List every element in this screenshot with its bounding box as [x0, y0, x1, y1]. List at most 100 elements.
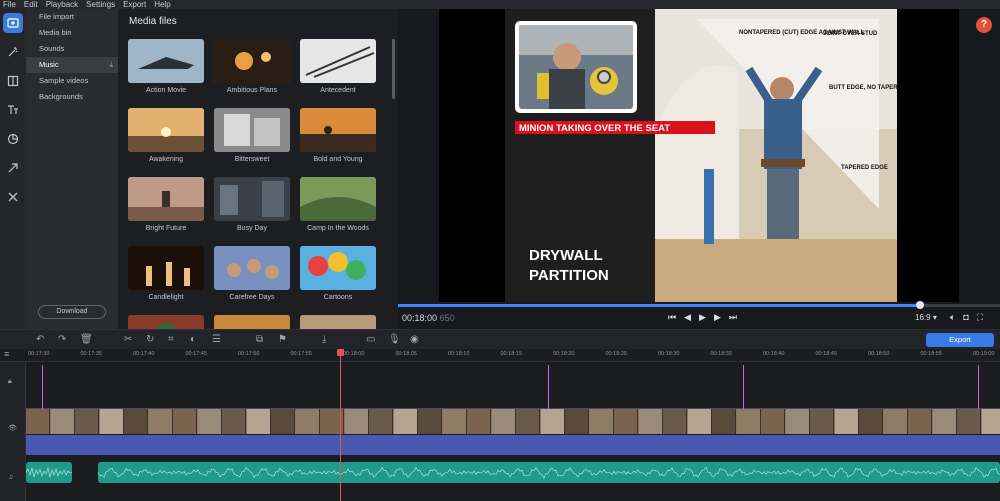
ruler-tick-label: 00:18:45	[815, 351, 837, 357]
webcam-icon[interactable]: ◉	[410, 334, 419, 345]
clip-frame	[736, 409, 761, 434]
import-icon[interactable]	[3, 13, 23, 33]
ruler-tick-label: 00:17:30	[28, 351, 50, 357]
color-icon[interactable]: ◐	[190, 334, 196, 345]
clip-frame	[883, 409, 908, 434]
media-tile[interactable]: Antecedent	[300, 39, 376, 94]
help-button[interactable]: ?	[976, 17, 992, 33]
media-tile[interactable]: Action Movie	[128, 39, 204, 94]
clip-frame	[785, 409, 810, 434]
lock-icon[interactable]: 🔒︎	[8, 378, 12, 386]
category-music[interactable]: Music ⤓	[26, 57, 118, 73]
media-tile[interactable]: Awakening	[128, 108, 204, 163]
progress-knob[interactable]	[916, 301, 924, 309]
crop-icon[interactable]: ⌗	[168, 334, 174, 345]
music-clip-2[interactable]	[98, 462, 1000, 483]
media-tile-label: Busy Day	[237, 225, 267, 232]
audio-clip[interactable]	[26, 435, 1000, 455]
media-thumbnail	[300, 177, 376, 221]
menu-playback[interactable]: Playback	[43, 0, 83, 9]
media-tile[interactable]	[214, 315, 290, 329]
properties-icon[interactable]: ☰	[212, 334, 221, 345]
skip-end-icon[interactable]: ⏭	[729, 312, 737, 323]
mic-icon[interactable]: 🎙︎	[388, 334, 401, 345]
menu-settings[interactable]: Settings	[83, 0, 120, 9]
magic-icon[interactable]	[3, 42, 23, 62]
cut-icon[interactable]: ✂	[124, 334, 132, 345]
video-frame: NONTAPERED (CUT) EDGE AGAINST WALL JOINT…	[439, 9, 959, 302]
media-tile[interactable]: Camp In the Woods	[300, 177, 376, 232]
timecode-frames: 650	[439, 313, 455, 323]
music-clip-1[interactable]	[26, 462, 72, 483]
tracks-menu-icon[interactable]: ≡	[4, 349, 9, 359]
clip-frame	[295, 409, 320, 434]
overlay-icon[interactable]: ⧉	[256, 334, 263, 345]
transitions-icon[interactable]	[3, 71, 23, 91]
flag-icon[interactable]: ⚑	[278, 334, 287, 345]
category-media-bin[interactable]: Media bin	[26, 25, 118, 41]
video-clip[interactable]	[26, 408, 1000, 434]
media-tile[interactable]: Bold and Young	[300, 108, 376, 163]
media-thumbnail	[128, 315, 204, 329]
titles-icon[interactable]	[3, 100, 23, 120]
media-tile[interactable]: Bright Future	[128, 177, 204, 232]
media-tile-label: Candlelight	[148, 294, 184, 301]
frame-back-icon[interactable]: ◀︎	[684, 312, 691, 323]
rotate-icon[interactable]: ↻	[146, 334, 154, 345]
tools-icon[interactable]	[3, 187, 23, 207]
playback-progress[interactable]	[398, 301, 1000, 309]
volume-icon[interactable]: 🔈︎	[950, 312, 955, 323]
category-sample-videos[interactable]: Sample videos	[26, 73, 118, 89]
clip-frame	[638, 409, 663, 434]
category-backgrounds[interactable]: Backgrounds	[26, 89, 118, 105]
clip-frame	[663, 409, 687, 434]
ruler-tick-label: 00:17:40	[133, 351, 155, 357]
download-button[interactable]: Download	[38, 305, 106, 319]
media-tile[interactable]: Ambitious Plans	[214, 39, 290, 94]
menu-export[interactable]: Export	[120, 0, 151, 9]
timeline-ruler[interactable]: ≡ 00:17:30 00:17:35 00:17:40 00:17:45 00:17:…	[0, 349, 1000, 362]
clip-frame	[393, 409, 418, 434]
clip-frame	[26, 409, 50, 434]
snapshot-icon[interactable]: ◘	[963, 312, 968, 323]
media-tile[interactable]: Cartoons	[300, 246, 376, 301]
menu-edit[interactable]: Edit	[21, 0, 43, 9]
redo-icon[interactable]: ↷	[58, 334, 66, 345]
category-sounds[interactable]: Sounds	[26, 41, 118, 57]
track-headers: 🔒︎ 👁︎ ♫	[0, 362, 26, 501]
media-tile[interactable]: Carefree Days	[214, 246, 290, 301]
arrow-icon[interactable]	[3, 158, 23, 178]
clip-frame	[834, 409, 859, 434]
media-tile[interactable]: Bittersweet	[214, 108, 290, 163]
playhead[interactable]	[337, 349, 344, 501]
clip-marker	[548, 365, 549, 409]
playhead-handle[interactable]	[337, 349, 344, 356]
media-tile[interactable]	[300, 315, 376, 329]
media-tile-label: Bold and Young	[313, 156, 363, 163]
fullscreen-icon[interactable]: ⛶	[977, 312, 983, 323]
skip-start-icon[interactable]: ⏮	[668, 312, 676, 323]
monitor-icon[interactable]: ▭	[366, 334, 375, 345]
media-tile[interactable]	[128, 315, 204, 329]
media-tile[interactable]: Candlelight	[128, 246, 204, 301]
stickers-icon[interactable]	[3, 129, 23, 149]
video-image: NONTAPERED (CUT) EDGE AGAINST WALL JOINT…	[439, 9, 959, 302]
media-tile[interactable]: Busy Day	[214, 177, 290, 232]
delete-icon[interactable]: 🗑︎	[80, 334, 93, 345]
download-icon[interactable]: ⤓	[109, 57, 113, 73]
undo-icon[interactable]: ↶	[36, 334, 44, 345]
menu-bar: File Edit Playback Settings Export Help	[0, 0, 1000, 9]
track-visibility-icon[interactable]: 👁︎	[8, 424, 17, 432]
aspect-ratio-select[interactable]: 16:9 ▾	[915, 313, 937, 322]
menu-help[interactable]: Help	[151, 0, 175, 9]
export-button[interactable]: Export	[926, 333, 994, 347]
media-scrollbar[interactable]	[392, 39, 395, 99]
frame-forward-icon[interactable]: ▶︎	[714, 312, 721, 323]
preview-tools: 🔈︎ ◘ ⛶	[950, 312, 983, 323]
media-thumbnail	[300, 39, 376, 83]
category-file-import[interactable]: File import	[26, 9, 118, 25]
menu-file[interactable]: File	[0, 0, 21, 9]
play-icon[interactable]: ▶	[699, 312, 706, 323]
music-track-icon[interactable]: ♫	[8, 474, 13, 481]
insert-icon[interactable]: ⤓	[322, 334, 326, 345]
